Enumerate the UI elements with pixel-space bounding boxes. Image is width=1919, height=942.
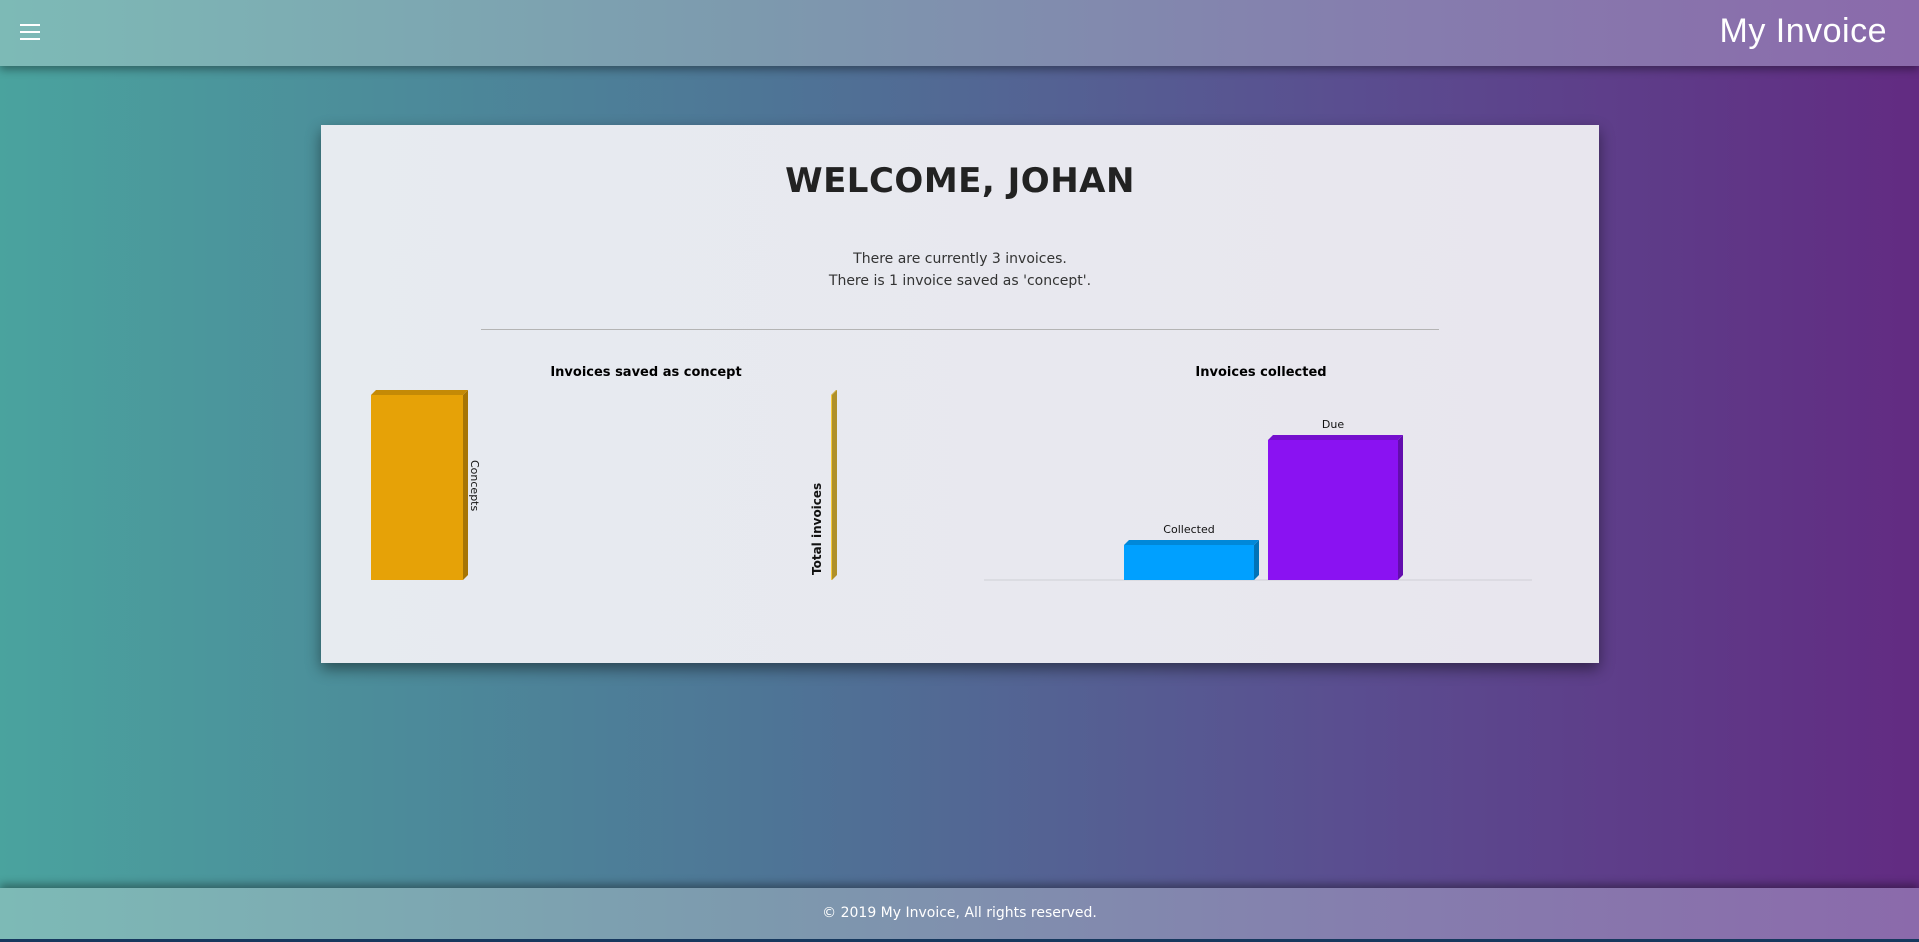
- bar-due-side: [1398, 435, 1403, 580]
- divider: [481, 329, 1439, 330]
- bar-label-concepts: Concepts: [468, 460, 481, 511]
- data-label-collected: Collected: [1163, 523, 1214, 536]
- hamburger-menu-icon[interactable]: [20, 24, 40, 40]
- collected-chart-title: Invoices collected: [1195, 365, 1327, 380]
- data-label-due: Due: [1322, 418, 1344, 431]
- invoice-count-text: There are currently 3 invoices.: [853, 251, 1067, 267]
- bar-collected-top: [1124, 540, 1259, 545]
- bar-collected-side: [1254, 540, 1259, 580]
- bar-total-invoices: [831, 395, 832, 580]
- collected-chart: Collected Due: [984, 418, 1532, 581]
- welcome-heading: WELCOME, JOHAN: [785, 161, 1135, 201]
- bar-concepts: [371, 395, 463, 580]
- copyright-text: © 2019 My Invoice, All rights reserved.: [822, 905, 1097, 921]
- bar-concepts-side: [463, 390, 468, 580]
- bar-due-top: [1268, 435, 1403, 440]
- app-title: My Invoice: [1719, 12, 1887, 50]
- footer: © 2019 My Invoice, All rights reserved.: [0, 888, 1919, 939]
- bar-total-invoices-side: [832, 390, 837, 580]
- concept-count-text: There is 1 invoice saved as 'concept'.: [828, 273, 1092, 289]
- bar-collected: [1124, 545, 1254, 580]
- dashboard-card: WELCOME, JOHAN There are currently 3 inv…: [321, 125, 1599, 663]
- concept-chart: Concepts Total invoices: [371, 390, 837, 580]
- bar-concepts-top: [371, 390, 468, 395]
- bar-due: [1268, 440, 1398, 580]
- bar-label-total-invoices: Total invoices: [810, 483, 824, 575]
- concept-chart-title: Invoices saved as concept: [550, 365, 742, 380]
- top-app-bar: My Invoice: [0, 0, 1919, 66]
